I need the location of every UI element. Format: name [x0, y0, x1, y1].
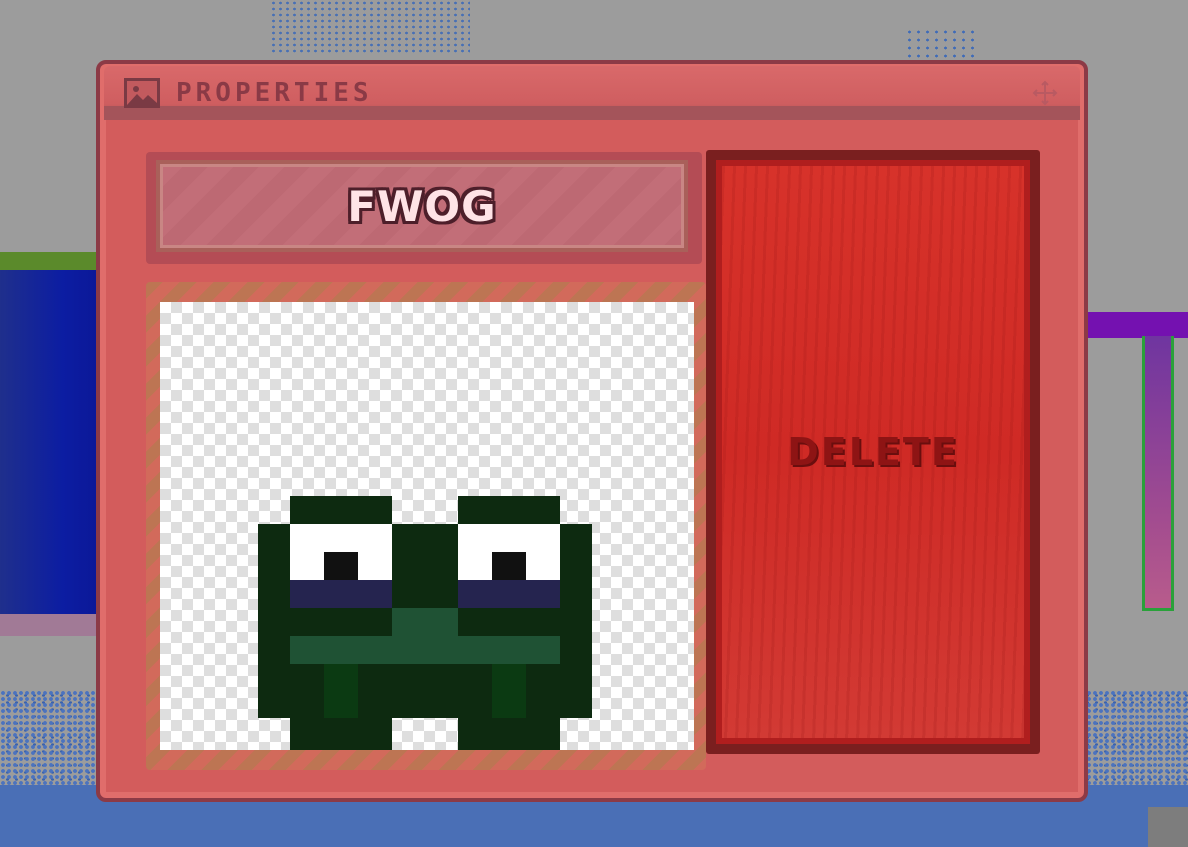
- item-name: FWOG: [347, 181, 497, 231]
- background-ground: [1148, 807, 1188, 847]
- delete-button-label: DELETE: [787, 430, 959, 474]
- name-panel: FWOG: [146, 152, 702, 264]
- background-speckle: [905, 28, 975, 58]
- window-title: PROPERTIES: [176, 78, 373, 108]
- background-post-leg: [1142, 336, 1174, 611]
- frog-sprite: [258, 496, 592, 750]
- image-icon: [124, 78, 160, 108]
- sprite-preview: [160, 302, 694, 750]
- move-icon[interactable]: [1032, 80, 1058, 106]
- properties-window: PROPERTIES FWOG DELETE: [96, 60, 1088, 802]
- title-bar[interactable]: PROPERTIES: [104, 66, 1080, 120]
- preview-frame: [146, 282, 706, 770]
- title-bar-shade: [104, 106, 1080, 120]
- background-speckle: [270, 0, 470, 55]
- background-block: [0, 252, 104, 636]
- name-field[interactable]: FWOG: [156, 160, 688, 252]
- delete-button[interactable]: DELETE: [706, 150, 1040, 754]
- background-post: [1088, 312, 1188, 338]
- delete-button-face: DELETE: [716, 160, 1030, 744]
